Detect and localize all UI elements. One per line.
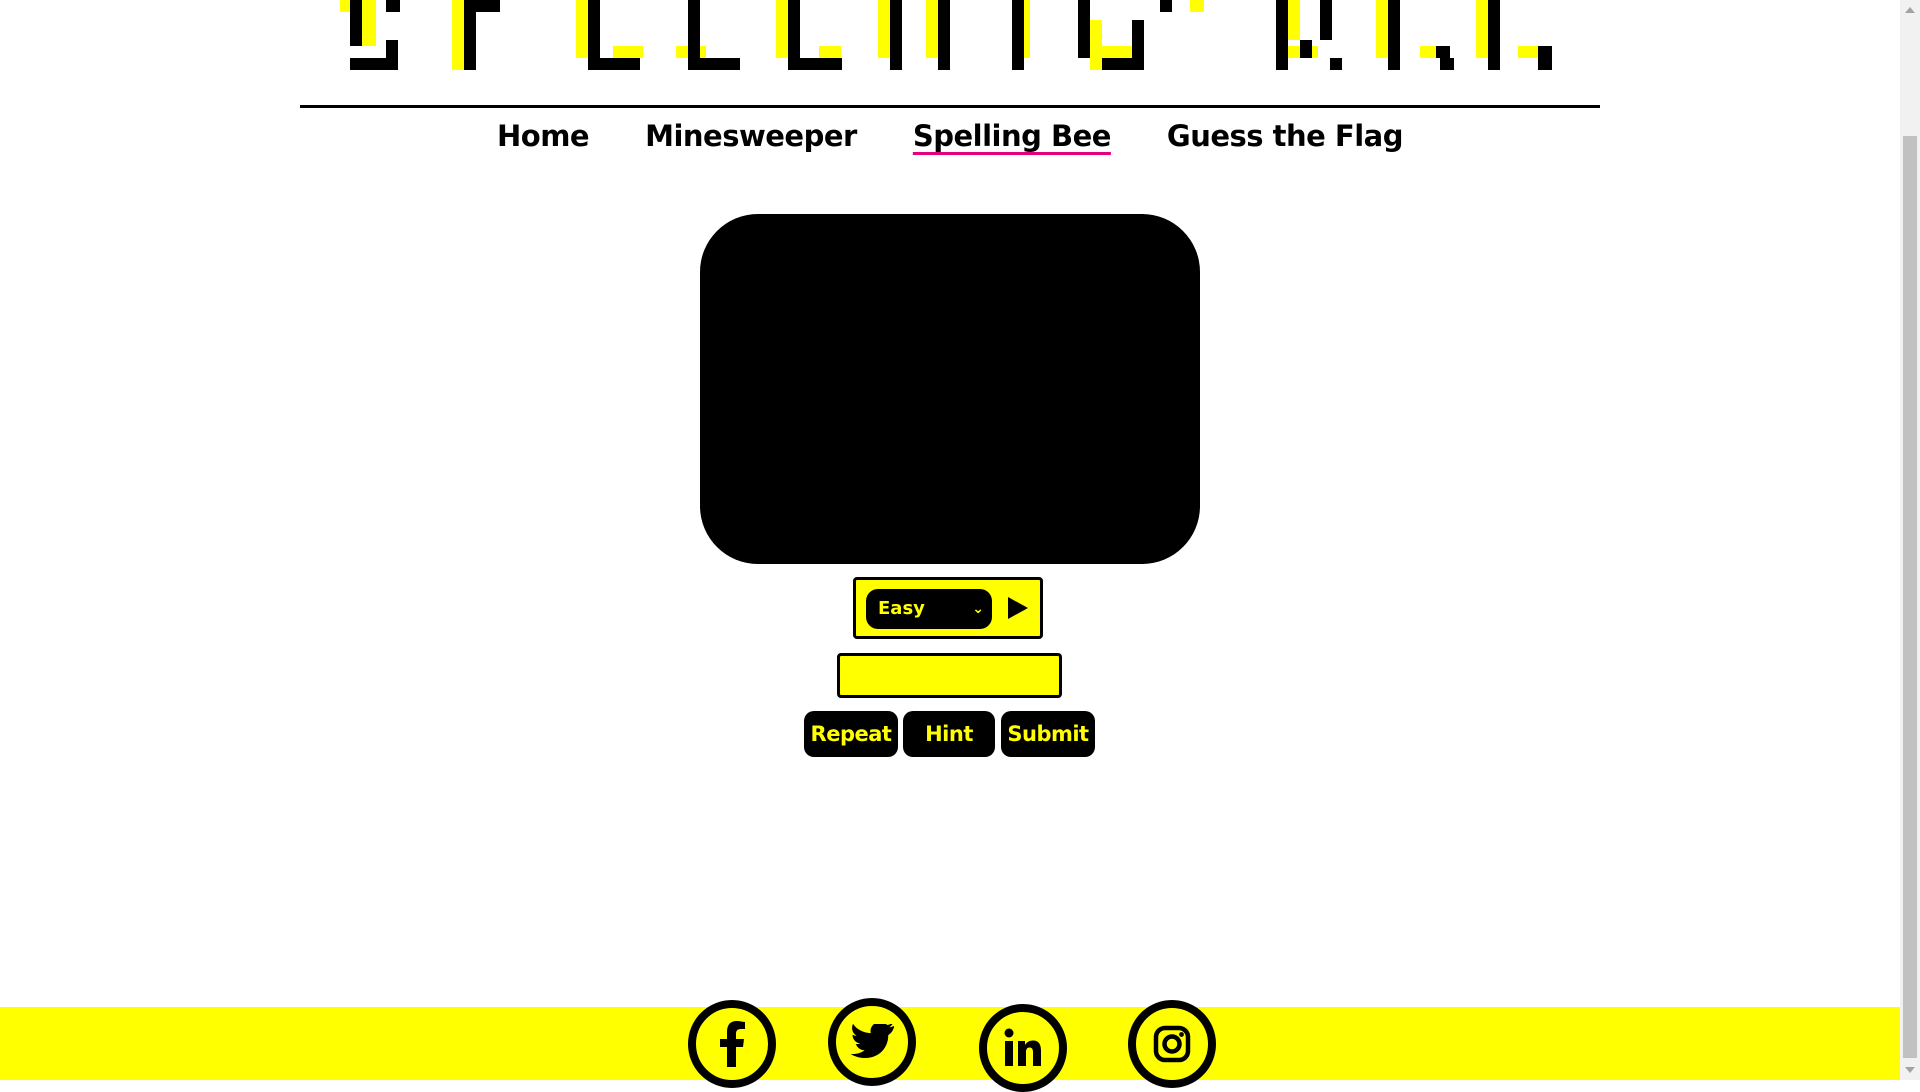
vertical-scrollbar[interactable] [1900,0,1920,1080]
scroll-down-arrow-icon[interactable] [1905,1067,1915,1073]
answer-input[interactable] [837,653,1062,698]
linkedin-icon [1004,1028,1041,1066]
game-display-screen [700,214,1200,564]
nav-item-minesweeper[interactable]: Minesweeper [645,115,857,157]
difficulty-panel: Easy ⌄ [853,577,1043,639]
twitter-link[interactable] [828,998,916,1086]
facebook-link[interactable] [688,1000,776,1088]
play-icon[interactable] [1008,597,1028,619]
header-divider [300,105,1600,108]
main-nav: Home Minesweeper Spelling Bee Guess the … [0,115,1900,157]
twitter-icon [850,1024,894,1059]
title-banner-logo [340,0,1552,70]
difficulty-select-value: Easy [878,598,925,619]
difficulty-select[interactable]: Easy ⌄ [866,589,992,629]
repeat-button[interactable]: Repeat [804,711,898,757]
scroll-up-arrow-icon[interactable] [1905,7,1915,13]
nav-item-spelling-bee[interactable]: Spelling Bee [913,115,1112,157]
hint-button[interactable]: Hint [903,711,995,757]
footer [0,998,1900,1092]
instagram-link[interactable] [1128,1000,1216,1088]
linkedin-link[interactable] [979,1004,1067,1092]
scrollbar-thumb[interactable] [1903,136,1917,1058]
nav-item-home[interactable]: Home [497,115,590,157]
nav-item-guess-the-flag[interactable]: Guess the Flag [1167,115,1404,157]
submit-button[interactable]: Submit [1001,711,1095,757]
instagram-icon [1153,1025,1191,1063]
facebook-icon [720,1021,745,1067]
chevron-down-icon: ⌄ [972,601,984,617]
